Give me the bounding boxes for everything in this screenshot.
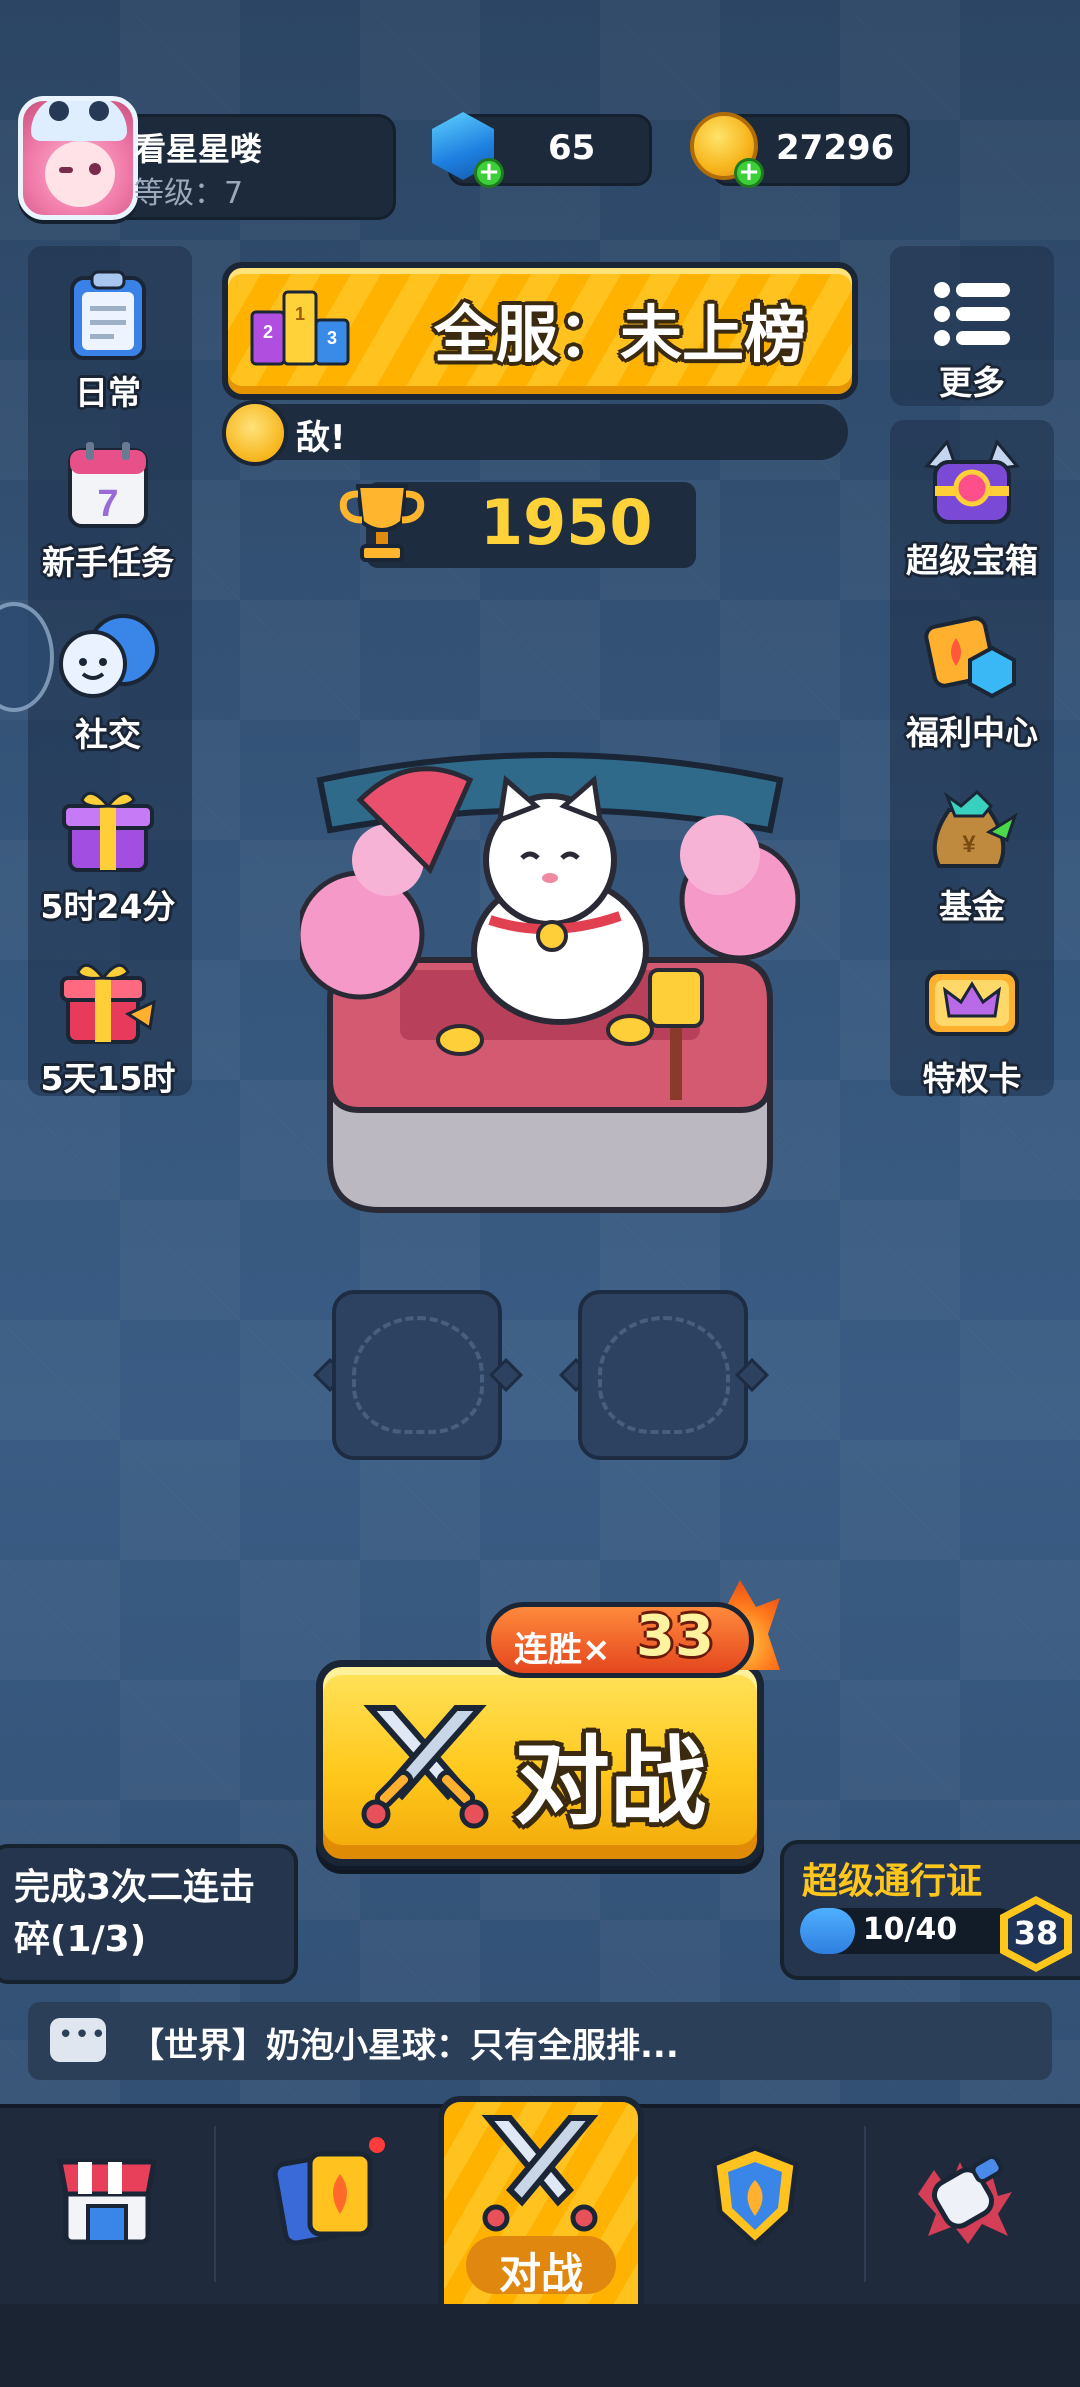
avatar[interactable] (18, 96, 138, 220)
add-coins-plus-icon[interactable]: + (734, 158, 764, 188)
crossed-swords-icon (481, 2115, 599, 2232)
svg-text:3: 3 (327, 328, 337, 348)
timed-gift-button[interactable]: 5时24分 (18, 782, 198, 928)
nav-battle-label: 对战 (498, 2249, 583, 2298)
crossed-swords-icon (361, 1705, 489, 1829)
gauntlet-icon[interactable] (908, 2140, 1018, 2250)
privilege-card-button[interactable]: 特权卡 (882, 954, 1062, 1100)
podium-icon: 2 1 3 (250, 290, 350, 366)
megaphone-icon (222, 400, 288, 466)
welfare-center-button[interactable]: 福利中心 (882, 608, 1062, 754)
money-bag-icon: ¥ (932, 789, 1018, 868)
event-gift-button[interactable]: 5天15时 (18, 954, 198, 1100)
nav-divider (864, 2126, 866, 2282)
empty-slot-placeholder-icon (352, 1316, 484, 1434)
menu-icon (934, 282, 1010, 346)
super-pass-title: 超级通行证 (802, 1861, 983, 1902)
daily-button[interactable]: 日常 (18, 268, 198, 414)
svg-text:7: 7 (97, 483, 118, 525)
gift-icon (62, 791, 154, 872)
nav-divider (214, 2126, 216, 2282)
more-button[interactable]: 更多 (882, 278, 1062, 404)
player-name: 看星星喽 (134, 130, 263, 168)
win-streak-label: 连胜× (514, 1630, 611, 1670)
add-gems-plus-icon[interactable]: + (474, 158, 504, 188)
newbie-tasks-button[interactable]: 7 新手任务 (18, 438, 198, 584)
fund-button[interactable]: ¥ 基金 (882, 782, 1062, 928)
empty-slot[interactable] (578, 1290, 748, 1460)
system-nav-strip (0, 2304, 1080, 2387)
empty-slot[interactable] (332, 1290, 502, 1460)
avatar-hat (31, 101, 127, 141)
privilege-card-label: 特权卡 (922, 1059, 1022, 1098)
coin-count: 27296 (776, 128, 895, 168)
player-level: 等级：7 (134, 176, 244, 211)
more-label: 更多 (939, 363, 1005, 402)
social-label: 社交 (75, 715, 141, 754)
clan-shield-icon[interactable] (700, 2140, 810, 2250)
notification-dot (366, 2134, 388, 2156)
super-pass-progress-text: 10/40 (862, 1912, 958, 1947)
pass-level-number: 38 (1013, 1914, 1059, 1952)
server-rank-text: 全服：未上榜 (433, 298, 806, 371)
calendar-icon: 7 (68, 442, 148, 528)
battle-label: 对战 (514, 1726, 706, 1838)
treasure-chest-icon (924, 439, 1020, 524)
welfare-center-label: 福利中心 (906, 713, 1038, 752)
svg-text:¥: ¥ (962, 831, 976, 858)
trophy-icon (339, 484, 425, 562)
avatar-face (45, 141, 115, 207)
chat-icon (50, 2018, 107, 2062)
empty-slot-placeholder-icon (598, 1316, 730, 1434)
mission-text: 完成3次二连击碎(1/3) (14, 1867, 256, 1960)
crown-card-icon (925, 970, 1019, 1036)
svg-text:2: 2 (263, 322, 273, 342)
gift-party-icon (60, 963, 156, 1044)
timed-gift-countdown: 5时24分 (40, 887, 176, 926)
lucky-cat-showcase-icon[interactable] (300, 740, 800, 1240)
shop-icon[interactable] (52, 2140, 162, 2250)
welfare-icon (924, 616, 1016, 699)
world-chat-message: 【世界】奶泡小星球：只有全服排... (130, 2026, 679, 2066)
cards-icon[interactable] (270, 2140, 380, 2250)
chat-bubbles-icon (59, 614, 159, 698)
super-chest-button[interactable]: 超级宝箱 (882, 436, 1062, 582)
announcement-text: 敌! (296, 418, 346, 458)
newbie-tasks-label: 新手任务 (42, 543, 174, 582)
event-gift-countdown: 5天15时 (40, 1059, 176, 1098)
svg-text:1: 1 (295, 304, 305, 324)
daily-label: 日常 (75, 373, 141, 412)
super-chest-label: 超级宝箱 (906, 541, 1038, 580)
gem-count: 65 (548, 128, 596, 168)
trophy-count: 1950 (480, 486, 653, 559)
fund-label: 基金 (939, 887, 1005, 926)
clipboard-icon (70, 270, 146, 360)
win-streak-count: 33 (636, 1604, 714, 1669)
